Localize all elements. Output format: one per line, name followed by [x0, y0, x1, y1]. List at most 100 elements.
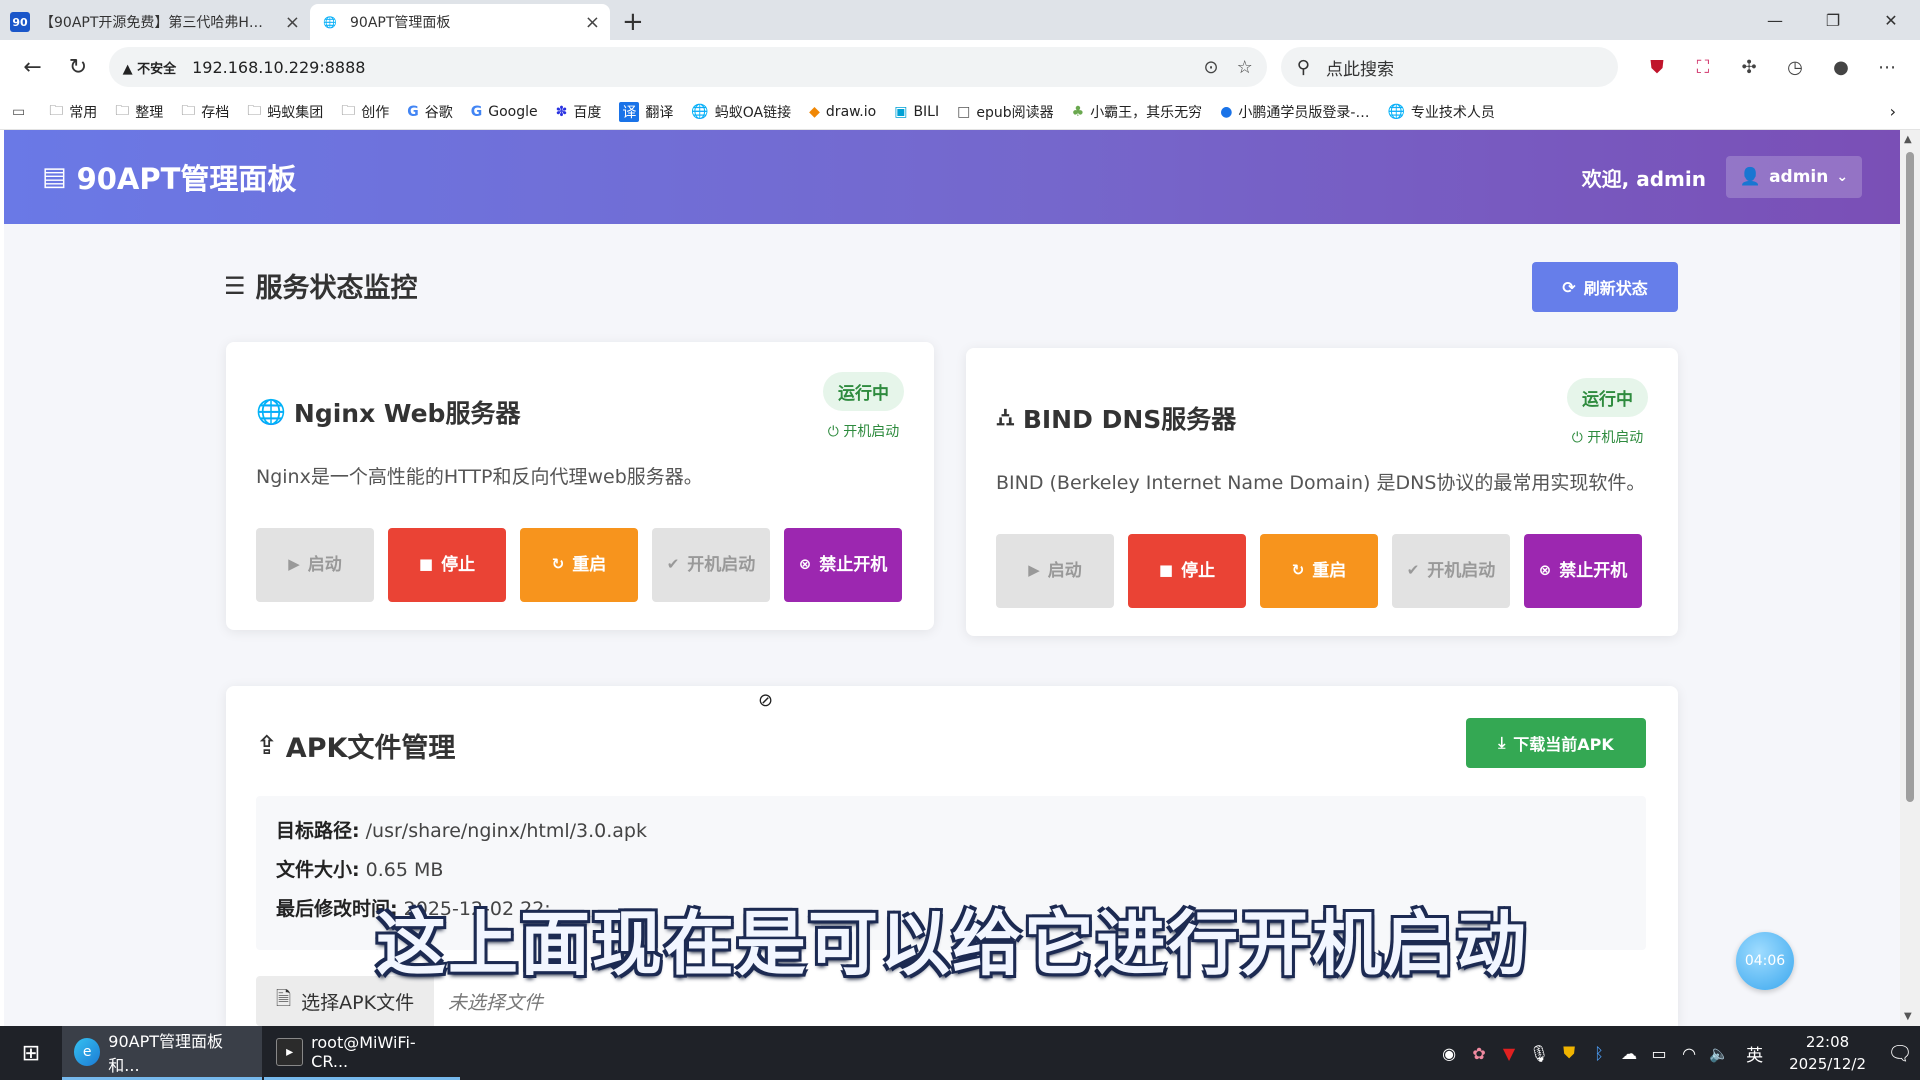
- bookmark-item[interactable]: 🗀 整理: [115, 100, 163, 124]
- start-button[interactable]: ▶ 启动: [996, 534, 1114, 608]
- enable-boot-button[interactable]: ✔ 开机启动: [1392, 534, 1510, 608]
- search-box[interactable]: ⚲ 点此搜索: [1280, 47, 1618, 87]
- close-window-icon[interactable]: ✕: [1862, 0, 1920, 40]
- bookmark-item[interactable]: ◆ draw.io: [809, 104, 876, 120]
- xiaopeng-icon: ●: [1220, 103, 1233, 120]
- input-method-indicator[interactable]: 英: [1746, 1041, 1763, 1066]
- security-warning[interactable]: ▲ 不安全: [123, 58, 177, 77]
- menu-dots-icon[interactable]: ⋯: [1864, 57, 1910, 78]
- bookmark-item[interactable]: 🗀 创作: [341, 100, 389, 124]
- system-clock[interactable]: 22:08 2025/12/2: [1789, 1031, 1866, 1075]
- bookmark-label: 翻译: [645, 104, 674, 121]
- stop-button[interactable]: ■ 停止: [1128, 534, 1246, 608]
- chart-icon: ☰: [224, 271, 246, 300]
- bookmark-item[interactable]: ✽ 百度: [556, 102, 602, 122]
- reload-button[interactable]: ↻: [55, 55, 100, 80]
- more-options-icon[interactable]: ⊙: [1204, 57, 1219, 78]
- volume-icon[interactable]: 🔈: [1704, 1044, 1734, 1063]
- refresh-label: 刷新状态: [1583, 279, 1648, 298]
- search-placeholder: 点此搜索: [1325, 59, 1394, 80]
- profile-avatar-icon[interactable]: ●: [1818, 57, 1864, 78]
- bookmark-item[interactable]: 译翻译: [619, 101, 674, 122]
- bookmark-item[interactable]: 🗀 蚂蚁集团: [247, 100, 323, 124]
- shield-extension-icon[interactable]: ⛊: [1634, 57, 1680, 78]
- scroll-up-icon[interactable]: ▲: [1904, 134, 1912, 145]
- scroll-down-icon[interactable]: ▼: [1904, 1011, 1912, 1022]
- bookmark-apps-icon[interactable]: ▭: [12, 104, 31, 120]
- check-circle-icon: ✔: [1406, 561, 1420, 580]
- folder-icon: 🗀: [247, 102, 262, 119]
- taskbar-item-terminal[interactable]: ▸ root@MiWiFi-CR...: [264, 1026, 460, 1080]
- microphone-icon[interactable]: 🎙: [1524, 1044, 1554, 1063]
- bookmark-item[interactable]: 🌐 蚂蚁OA链接: [691, 102, 791, 122]
- wifi-icon[interactable]: ◠: [1674, 1044, 1704, 1063]
- security-shield-icon[interactable]: ⛊: [1554, 1043, 1584, 1063]
- bookmark-label: 谷歌: [424, 104, 453, 121]
- address-toolbar: ← ↻ ▲ 不安全 192.168.10.229:8888 ⊙ ☆ ⚲ 点此搜索…: [0, 40, 1920, 94]
- disable-boot-button[interactable]: ⊗ 禁止开机: [1524, 534, 1642, 608]
- task-label: root@MiWiFi-CR...: [311, 1032, 416, 1071]
- favorite-star-icon[interactable]: ☆: [1237, 57, 1253, 78]
- url-text[interactable]: 192.168.10.229:8888: [192, 58, 1185, 77]
- disable-boot-label: 禁止开机: [819, 554, 888, 575]
- size-value: 0.65 MB: [365, 859, 444, 881]
- bookmark-item[interactable]: ♣ 小霸王，其乐无穷: [1072, 102, 1203, 122]
- user-menu-button[interactable]: 👤 admin ⌄: [1726, 156, 1862, 198]
- windows-taskbar: ⊞ e 90APT管理面板 和... ▸ root@MiWiFi-CR... ◉…: [0, 1026, 1920, 1080]
- chevron-right-icon[interactable]: ›: [1890, 102, 1896, 121]
- bookmark-label: 蚂蚁OA链接: [714, 104, 792, 121]
- tab-close-icon[interactable]: ×: [585, 12, 600, 33]
- new-tab-button[interactable]: +: [622, 4, 644, 40]
- bookmark-item[interactable]: □ epub阅读器: [957, 102, 1054, 122]
- refresh-status-button[interactable]: ⟳ 刷新状态: [1532, 262, 1678, 312]
- youdao-icon[interactable]: ▼: [1494, 1044, 1524, 1063]
- puzzle-extension-icon[interactable]: ✣: [1726, 57, 1772, 78]
- windows-start-icon[interactable]: ⊞: [0, 1026, 62, 1080]
- tab-close-icon[interactable]: ×: [285, 12, 300, 33]
- scroll-thumb[interactable]: [1906, 152, 1914, 802]
- download-icon: ⤓: [1498, 733, 1506, 752]
- minimize-icon[interactable]: —: [1746, 0, 1804, 40]
- restart-button[interactable]: ↻ 重启: [520, 528, 638, 602]
- translate-extension-icon[interactable]: ⛶: [1680, 57, 1726, 78]
- browser-tab-1[interactable]: 90 【90APT开源免费】第三代哈弗H… ×: [0, 4, 310, 40]
- stop-button[interactable]: ■ 停止: [388, 528, 506, 602]
- google-icon: G: [470, 103, 483, 120]
- notification-center-icon[interactable]: 🗨: [1880, 1041, 1920, 1065]
- bookmark-item[interactable]: G Google: [471, 104, 538, 120]
- epub-icon: □: [957, 103, 971, 120]
- play-icon: ▶: [1028, 561, 1040, 580]
- stop-icon: ■: [418, 555, 434, 574]
- bookmark-item[interactable]: 🗀 常用: [49, 100, 97, 124]
- battery-icon[interactable]: ▭: [1644, 1044, 1674, 1063]
- address-bar[interactable]: ▲ 不安全 192.168.10.229:8888 ⊙ ☆: [108, 47, 1267, 87]
- restart-button[interactable]: ↻ 重启: [1260, 534, 1378, 608]
- taskbar-item-browser[interactable]: e 90APT管理面板 和...: [62, 1026, 262, 1080]
- folder-icon: 🗀: [49, 102, 64, 119]
- enable-boot-button[interactable]: ✔ 开机启动: [652, 528, 770, 602]
- edge-browser-icon: e: [74, 1037, 101, 1066]
- baidu-paw-icon: ✽: [555, 103, 568, 120]
- flower-app-icon[interactable]: ✿: [1464, 1044, 1494, 1063]
- browser-tab-2[interactable]: 🌐 90APT管理面板 ×: [310, 4, 610, 40]
- enable-boot-label: 开机启动: [1427, 560, 1496, 581]
- disable-boot-button[interactable]: ⊗ 禁止开机: [784, 528, 902, 602]
- power-icon: ⏻: [1571, 430, 1583, 446]
- download-apk-button[interactable]: ⤓ 下载当前APK: [1466, 718, 1646, 768]
- globe-icon: 🌐: [691, 103, 709, 120]
- app-brand: 90APT管理面板: [76, 162, 297, 196]
- back-button[interactable]: ←: [10, 55, 55, 80]
- bookmark-item[interactable]: ▣ BILI: [894, 104, 939, 120]
- cloud-sync-icon[interactable]: ☁: [1614, 1044, 1644, 1063]
- bookmark-item[interactable]: ● 小鹏通学员版登录-…: [1220, 102, 1369, 122]
- bookmark-item[interactable]: G 谷歌: [407, 102, 453, 122]
- record-icon[interactable]: ◉: [1434, 1044, 1464, 1063]
- bookmark-item[interactable]: 🗀 存档: [181, 100, 229, 124]
- start-button[interactable]: ▶ 启动: [256, 528, 374, 602]
- page-scrollbar[interactable]: ▲ ▼: [1900, 130, 1920, 1026]
- service-description: Nginx是一个高性能的HTTP和反向代理web服务器。: [256, 466, 703, 488]
- bookmark-item[interactable]: 🌐 专业技术人员: [1387, 102, 1494, 122]
- restore-icon[interactable]: ❐: [1804, 0, 1862, 40]
- bluetooth-icon[interactable]: ᛒ: [1584, 1044, 1614, 1063]
- history-icon[interactable]: ◷: [1772, 57, 1818, 78]
